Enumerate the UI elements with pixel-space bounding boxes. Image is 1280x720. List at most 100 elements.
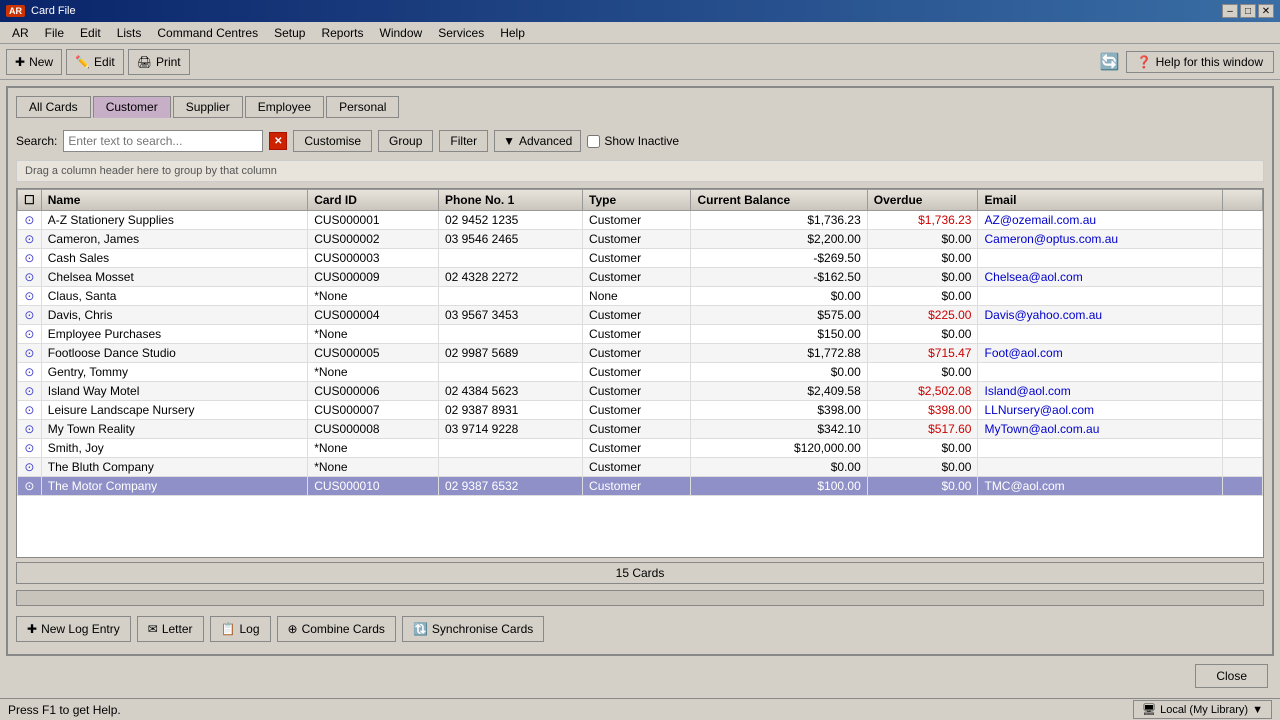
- row-name: Employee Purchases: [41, 325, 307, 344]
- col-cardid-header[interactable]: Card ID: [308, 190, 439, 211]
- menu-window[interactable]: Window: [372, 24, 431, 42]
- table-row[interactable]: ⊙ Gentry, Tommy *None Customer $0.00 $0.…: [18, 363, 1263, 382]
- menu-help[interactable]: Help: [492, 24, 533, 42]
- table-container[interactable]: ☐ Name Card ID Phone No. 1 Type Current …: [16, 188, 1264, 558]
- tab-personal[interactable]: Personal: [326, 96, 399, 118]
- menu-file[interactable]: File: [37, 24, 72, 42]
- table-row[interactable]: ⊙ The Motor Company CUS000010 02 9387 65…: [18, 477, 1263, 496]
- titlebar-close-button[interactable]: ✕: [1258, 4, 1274, 18]
- table-row[interactable]: ⊙ Employee Purchases *None Customer $150…: [18, 325, 1263, 344]
- row-card-id: CUS000009: [308, 268, 439, 287]
- row-arrow: ⊙: [18, 420, 42, 439]
- row-overdue: $0.00: [867, 230, 978, 249]
- tab-supplier[interactable]: Supplier: [173, 96, 243, 118]
- row-arrow: ⊙: [18, 230, 42, 249]
- table-row[interactable]: ⊙ The Bluth Company *None Customer $0.00…: [18, 458, 1263, 477]
- table-row[interactable]: ⊙ My Town Reality CUS000008 03 9714 9228…: [18, 420, 1263, 439]
- row-extra: [1223, 458, 1263, 477]
- synchronise-icon: 🔃: [413, 622, 428, 636]
- row-email: Cameron@optus.com.au: [978, 230, 1223, 249]
- synchronise-cards-button[interactable]: 🔃 Synchronise Cards: [402, 616, 544, 642]
- col-phone-header[interactable]: Phone No. 1: [438, 190, 582, 211]
- table-row[interactable]: ⊙ A-Z Stationery Supplies CUS000001 02 9…: [18, 211, 1263, 230]
- row-arrow: ⊙: [18, 211, 42, 230]
- log-button[interactable]: 📋 Log: [210, 616, 271, 642]
- col-type-header[interactable]: Type: [583, 190, 691, 211]
- row-balance: $0.00: [691, 287, 867, 306]
- row-balance: $150.00: [691, 325, 867, 344]
- table-row[interactable]: ⊙ Cameron, James CUS000002 03 9546 2465 …: [18, 230, 1263, 249]
- print-button[interactable]: 🖨 Print: [128, 49, 190, 75]
- table-footer: 15 Cards: [16, 562, 1264, 584]
- row-extra: [1223, 382, 1263, 401]
- row-arrow: ⊙: [18, 363, 42, 382]
- menu-services[interactable]: Services: [430, 24, 492, 42]
- row-name: Chelsea Mosset: [41, 268, 307, 287]
- new-icon: ✚: [15, 55, 25, 69]
- search-clear-button[interactable]: ✕: [269, 132, 287, 150]
- col-name-header[interactable]: Name: [41, 190, 307, 211]
- title-controls[interactable]: – □ ✕: [1222, 4, 1274, 18]
- title-bar: AR Card File – □ ✕: [0, 0, 1280, 22]
- show-inactive-label[interactable]: Show Inactive: [587, 134, 679, 148]
- new-label: New: [29, 55, 53, 69]
- menu-reports[interactable]: Reports: [313, 24, 371, 42]
- tab-customer[interactable]: Customer: [93, 96, 171, 118]
- row-name: Cameron, James: [41, 230, 307, 249]
- row-phone: 03 9714 9228: [438, 420, 582, 439]
- horizontal-scrollbar[interactable]: [16, 590, 1264, 606]
- search-input[interactable]: [63, 130, 263, 152]
- row-email: [978, 439, 1223, 458]
- customise-button[interactable]: Customise: [293, 130, 372, 152]
- combine-cards-button[interactable]: ⊕ Combine Cards: [277, 616, 396, 642]
- show-inactive-checkbox[interactable]: [587, 135, 600, 148]
- row-type: None: [583, 287, 691, 306]
- new-log-icon: ✚: [27, 622, 37, 636]
- menu-ar[interactable]: AR: [4, 24, 37, 42]
- table-row[interactable]: ⊙ Davis, Chris CUS000004 03 9567 3453 Cu…: [18, 306, 1263, 325]
- row-extra: [1223, 268, 1263, 287]
- row-email: TMC@aol.com: [978, 477, 1223, 496]
- row-type: Customer: [583, 344, 691, 363]
- menu-edit[interactable]: Edit: [72, 24, 109, 42]
- filter-button[interactable]: Filter: [439, 130, 488, 152]
- row-type: Customer: [583, 363, 691, 382]
- edit-button[interactable]: ✏️ Edit: [66, 49, 124, 75]
- advanced-button[interactable]: ▼ Advanced: [494, 130, 581, 152]
- new-button[interactable]: ✚ New: [6, 49, 62, 75]
- table-row[interactable]: ⊙ Claus, Santa *None None $0.00 $0.00: [18, 287, 1263, 306]
- table-row[interactable]: ⊙ Cash Sales CUS000003 Customer -$269.50…: [18, 249, 1263, 268]
- table-row[interactable]: ⊙ Chelsea Mosset CUS000009 02 4328 2272 …: [18, 268, 1263, 287]
- minimize-button[interactable]: –: [1222, 4, 1238, 18]
- menu-lists[interactable]: Lists: [109, 24, 150, 42]
- row-balance: $1,772.88: [691, 344, 867, 363]
- letter-button[interactable]: ✉ Letter: [137, 616, 204, 642]
- row-name: A-Z Stationery Supplies: [41, 211, 307, 230]
- table-row[interactable]: ⊙ Island Way Motel CUS000006 02 4384 562…: [18, 382, 1263, 401]
- col-check-header[interactable]: ☐: [18, 190, 42, 211]
- row-balance: $398.00: [691, 401, 867, 420]
- help-button[interactable]: ❓ Help for this window: [1126, 51, 1274, 73]
- tab-all-cards[interactable]: All Cards: [16, 96, 91, 118]
- row-overdue: $0.00: [867, 458, 978, 477]
- table-row[interactable]: ⊙ Smith, Joy *None Customer $120,000.00 …: [18, 439, 1263, 458]
- app-icon: AR: [6, 5, 25, 17]
- dropdown-arrow[interactable]: ▼: [1252, 704, 1263, 716]
- col-email-header[interactable]: Email: [978, 190, 1223, 211]
- menu-setup[interactable]: Setup: [266, 24, 313, 42]
- menu-command-centres[interactable]: Command Centres: [149, 24, 266, 42]
- row-extra: [1223, 477, 1263, 496]
- help-label: Help for this window: [1156, 55, 1263, 69]
- table-row[interactable]: ⊙ Footloose Dance Studio CUS000005 02 99…: [18, 344, 1263, 363]
- row-type: Customer: [583, 439, 691, 458]
- close-button[interactable]: Close: [1195, 664, 1268, 688]
- tab-employee[interactable]: Employee: [245, 96, 324, 118]
- refresh-icon[interactable]: 🔄: [1100, 52, 1120, 72]
- row-overdue: $0.00: [867, 325, 978, 344]
- group-button[interactable]: Group: [378, 130, 433, 152]
- restore-button[interactable]: □: [1240, 4, 1256, 18]
- new-log-entry-button[interactable]: ✚ New Log Entry: [16, 616, 131, 642]
- col-balance-header[interactable]: Current Balance: [691, 190, 867, 211]
- table-row[interactable]: ⊙ Leisure Landscape Nursery CUS000007 02…: [18, 401, 1263, 420]
- col-overdue-header[interactable]: Overdue: [867, 190, 978, 211]
